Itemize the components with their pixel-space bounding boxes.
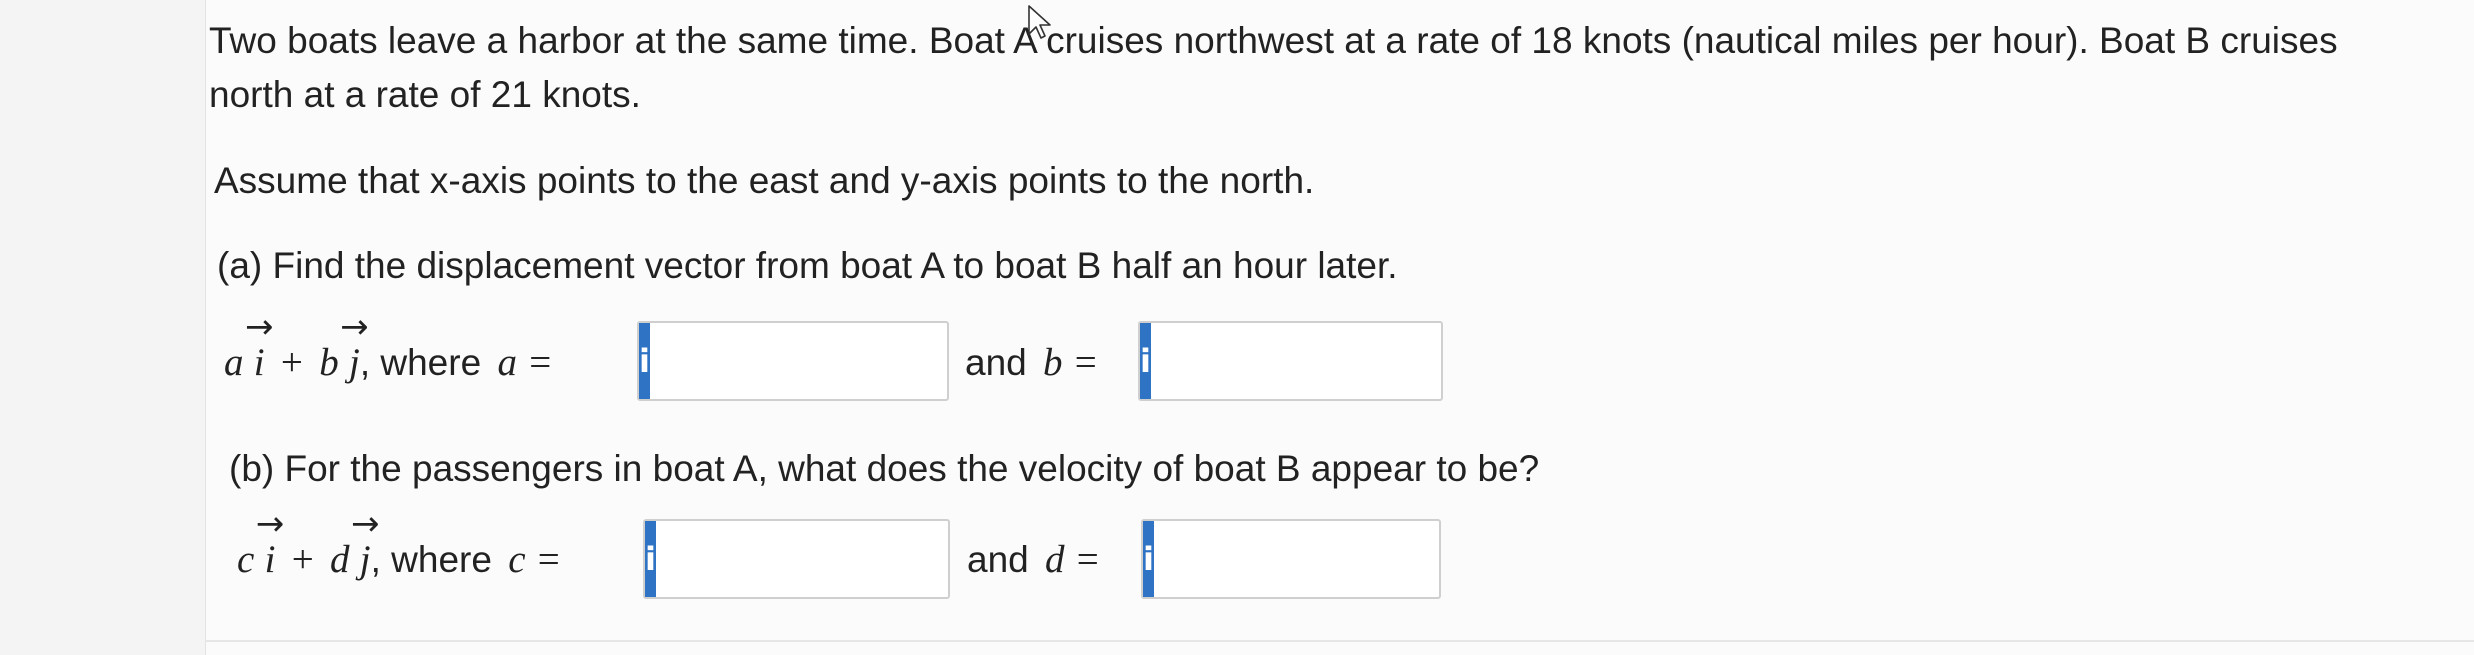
answer-field-b: i — [1138, 321, 1561, 401]
part-b-and-d: and d = — [967, 535, 1101, 585]
problem-line-2: north at a rate of 21 knots. — [209, 74, 641, 115]
problem-line-1: Two boats leave a harbor at the same tim… — [209, 20, 2338, 61]
input-d[interactable] — [1153, 521, 1564, 597]
unit-vector-j: j — [360, 535, 371, 585]
divider — [205, 640, 2474, 642]
lhs-c: c = — [508, 538, 562, 581]
part-b-prompt: (b) For the passengers in boat A, what d… — [229, 448, 1540, 489]
info-icon[interactable]: i — [1140, 323, 1151, 399]
part-a-expression: a i + b j, where a = — [224, 338, 553, 388]
where-label: , where — [370, 539, 492, 580]
mouse-pointer-icon — [1028, 5, 1051, 39]
part-a-and-b: and b = — [965, 338, 1099, 388]
unit-vector-i: i — [254, 338, 265, 388]
and-label: and — [965, 342, 1027, 383]
input-b[interactable] — [1150, 323, 1561, 399]
assumption-text: Assume that x-axis points to the east an… — [214, 160, 1315, 201]
lhs-a: a = — [497, 341, 554, 384]
and-label: and — [967, 539, 1029, 580]
info-icon[interactable]: i — [1143, 521, 1154, 597]
var-b: b — [319, 341, 339, 384]
var-a: a — [224, 341, 244, 384]
var-d: d — [330, 538, 350, 581]
info-icon[interactable]: i — [645, 521, 656, 597]
var-c: c — [237, 538, 255, 581]
where-label: , where — [359, 342, 482, 383]
answer-field-d: i — [1141, 519, 1564, 599]
lhs-d: d = — [1045, 538, 1101, 581]
info-icon[interactable]: i — [639, 323, 650, 399]
part-b-expression: c i + d j, where c = — [237, 535, 562, 585]
unit-vector-i: i — [265, 535, 276, 585]
plus-sign: + — [280, 341, 303, 384]
answer-field-c: i — [643, 519, 1066, 599]
answer-field-a: i — [637, 321, 1060, 401]
lhs-b: b = — [1043, 341, 1099, 384]
unit-vector-j: j — [349, 338, 360, 388]
part-a-prompt: (a) Find the displacement vector from bo… — [217, 245, 1398, 286]
plus-sign: + — [291, 538, 314, 581]
